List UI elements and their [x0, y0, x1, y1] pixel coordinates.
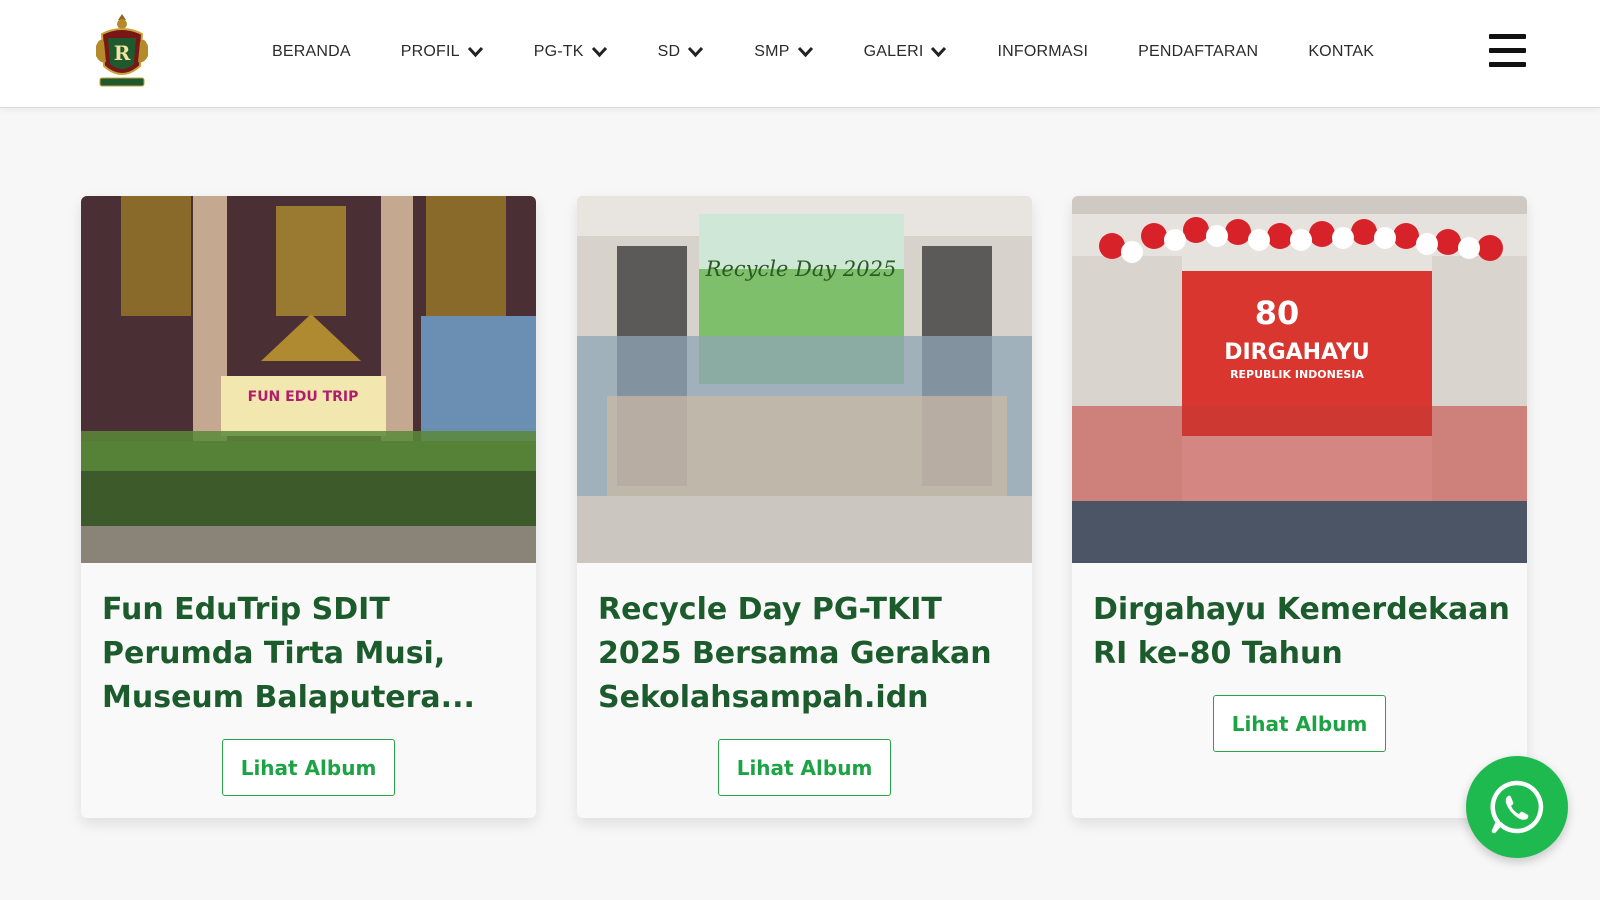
main-nav: BERANDA PROFIL PG-TK SD SMP GALERI INFOR…: [272, 40, 1374, 64]
view-album-button[interactable]: Lihat Album: [222, 739, 395, 796]
svg-text:R: R: [114, 41, 131, 65]
banner-text: REPUBLIK INDONESIA: [1230, 368, 1364, 381]
nav-item-kontak[interactable]: KONTAK: [1308, 43, 1374, 61]
whatsapp-icon: [1490, 780, 1544, 834]
nav-item-smp[interactable]: SMP: [754, 43, 813, 61]
album-title[interactable]: Fun EduTrip SDIT Perumda Tirta Musi, Mus…: [102, 588, 522, 720]
album-photo-dirgahayu: 80 DIRGAHAYU REPUBLIK INDONESIA: [1072, 196, 1527, 563]
banner-text: Recycle Day 2025: [705, 257, 897, 281]
nav-item-galeri[interactable]: GALERI: [864, 43, 948, 61]
album-card: 80 DIRGAHAYU REPUBLIK INDONESIA Dirgahay…: [1072, 196, 1527, 818]
nav-label: INFORMASI: [997, 43, 1089, 60]
site-header: R BERANDA PROFIL PG-TK SD SMP GALERI INF…: [0, 0, 1600, 108]
album-title[interactable]: Recycle Day PG-TKIT 2025 Bersama Gerakan…: [598, 588, 1018, 720]
chevron-down-icon: [467, 46, 483, 58]
album-card: Recycle Day 2025 Recycle Day PG-TKIT 202…: [577, 196, 1032, 818]
view-album-button[interactable]: Lihat Album: [718, 739, 891, 796]
nav-label: KONTAK: [1308, 43, 1375, 60]
nav-label: BERANDA: [272, 43, 351, 60]
chevron-down-icon: [688, 46, 704, 58]
chevron-down-icon: [797, 46, 813, 58]
banner-text: 80: [1255, 294, 1300, 332]
banner-text: DIRGAHAYU: [1224, 340, 1370, 365]
nav-item-pendaftaran[interactable]: PENDAFTARAN: [1138, 43, 1258, 61]
nav-item-beranda[interactable]: BERANDA: [272, 43, 351, 61]
nav-label: GALERI: [863, 43, 924, 60]
chevron-down-icon: [591, 46, 607, 58]
album-title[interactable]: Dirgahayu Kemerdekaan RI ke-80 Tahun: [1093, 588, 1513, 676]
nav-item-pg-tk[interactable]: PG-TK: [534, 43, 608, 61]
hamburger-menu-icon[interactable]: [1489, 34, 1526, 68]
banner-text: FUN EDU TRIP: [248, 389, 359, 405]
nav-label: PENDAFTARAN: [1138, 43, 1259, 60]
nav-label: SD: [657, 43, 681, 60]
school-crest-icon[interactable]: R: [94, 12, 150, 92]
whatsapp-button[interactable]: [1466, 756, 1568, 858]
nav-item-profil[interactable]: PROFIL: [401, 43, 484, 61]
album-card: FUN EDU TRIP Fun EduTrip SDIT Perumda Ti…: [81, 196, 536, 818]
nav-label: SMP: [754, 43, 790, 60]
nav-item-sd[interactable]: SD: [658, 43, 705, 61]
nav-label: PG-TK: [533, 43, 584, 60]
view-album-button[interactable]: Lihat Album: [1213, 695, 1386, 752]
chevron-down-icon: [931, 46, 947, 58]
album-photo-recycle-day: Recycle Day 2025: [577, 196, 1032, 563]
nav-label: PROFIL: [400, 43, 460, 60]
album-photo-fun-edutrip: FUN EDU TRIP: [81, 196, 536, 563]
nav-item-informasi[interactable]: INFORMASI: [997, 43, 1088, 61]
